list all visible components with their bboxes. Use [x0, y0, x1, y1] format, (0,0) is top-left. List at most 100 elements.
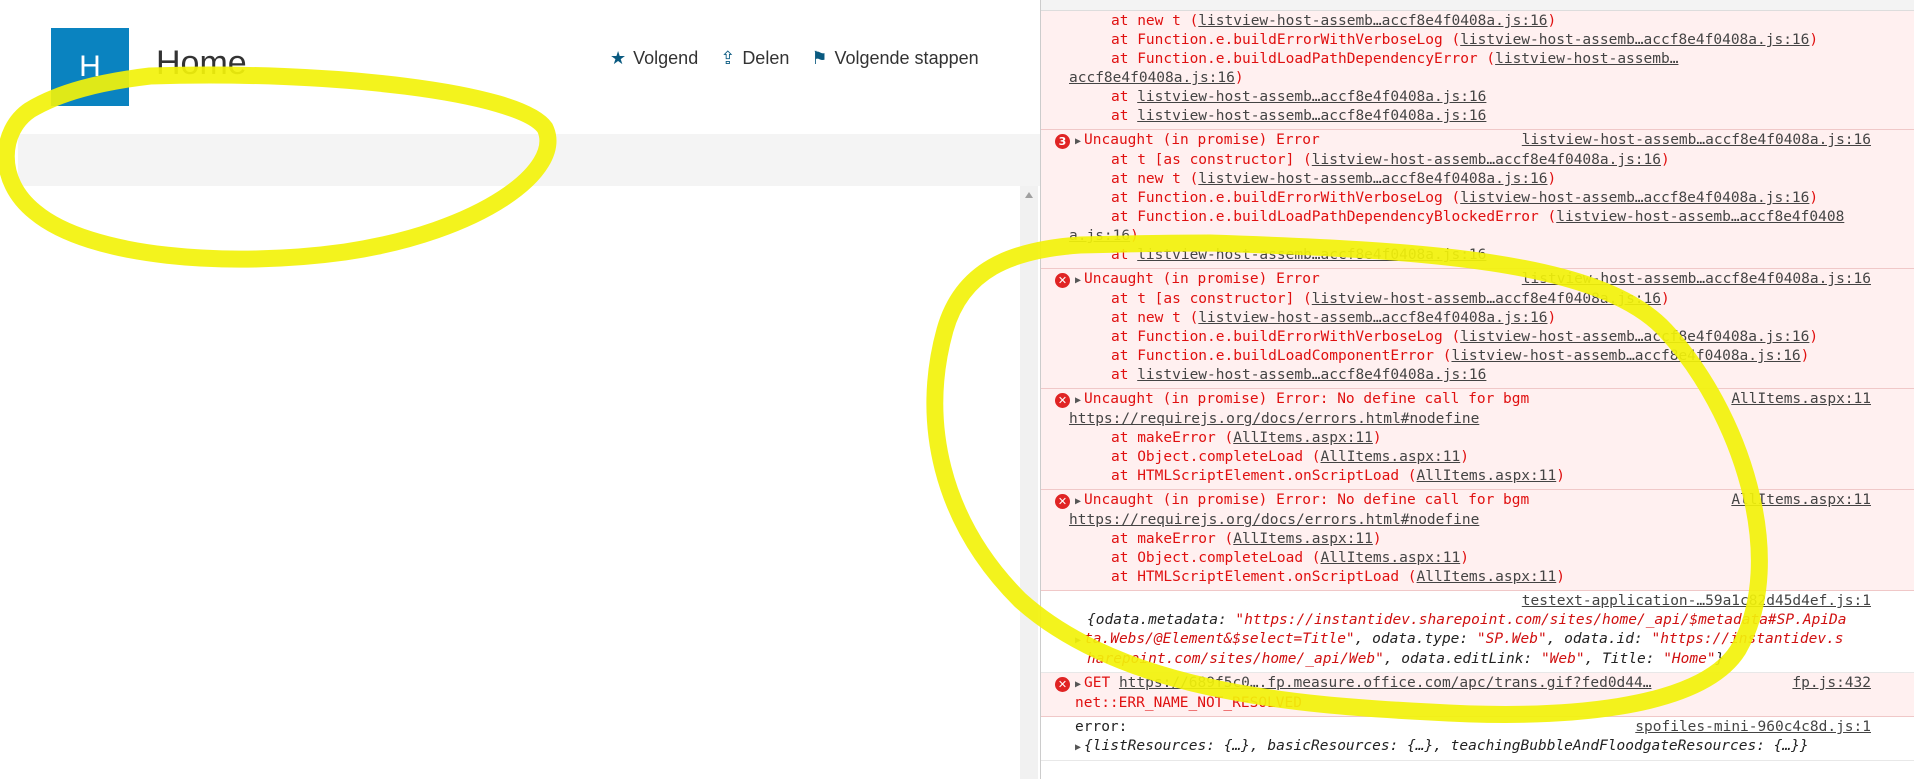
stack-frame-text: at t [as constructor] (	[1111, 291, 1312, 307]
stack-frame-close: )	[1556, 468, 1565, 484]
stack-frame-link[interactable]: AllItems.aspx:11	[1321, 550, 1461, 566]
stack-frame-link[interactable]: listview-host-assemb…accf8e4f0408a.js:16	[1460, 190, 1809, 206]
request-url-link[interactable]: https://689f5c0….fp.measure.office.com/a…	[1119, 675, 1652, 691]
stack-frame: at new t (listview-host-assemb…accf8e4f0…	[1075, 12, 1871, 31]
share-label: Delen	[742, 48, 790, 68]
help-link[interactable]: https://requirejs.org/docs/errors.html#n…	[1069, 512, 1479, 528]
stack-frame: at makeError (AllItems.aspx:11)	[1075, 429, 1871, 448]
error-icon: ✕	[1055, 494, 1070, 509]
stack-frame-link[interactable]: listview-host-assemb…accf8e4f0408a.js:16	[1312, 152, 1661, 168]
stack-frame-link[interactable]: accf8e4f0408a.js:16	[1069, 70, 1235, 86]
stack-frame-close: )	[1556, 569, 1565, 585]
stack-frame-link[interactable]: listview-host-assemb…accf8e4f0408a.js:16	[1137, 367, 1486, 383]
stack-frame: at Function.e.buildErrorWithVerboseLog (…	[1075, 189, 1871, 208]
next-steps-button[interactable]: ⚑ Volgende stappen	[811, 48, 978, 69]
stack-frame-link[interactable]: listview-host-assemb…accf8e4f0408a.js:16	[1460, 32, 1809, 48]
console-log-entry: testext-application-…59a1c82d45d4ef.js:1…	[1041, 591, 1914, 673]
stack-frame-link[interactable]: a.js:16	[1069, 228, 1130, 244]
source-link[interactable]: AllItems.aspx:11	[1731, 491, 1871, 510]
stack-frame: at Function.e.buildLoadPathDependencyBlo…	[1075, 208, 1871, 227]
devtools-console: at new t (listview-host-assemb…accf8e4f0…	[1040, 0, 1914, 779]
console-error-entry: ✕ listview-host-assemb…accf8e4f0408a.js:1…	[1041, 269, 1914, 389]
log-line-2: ▶ ta.Webs/@Element&$select=Title", odata.…	[1075, 631, 1844, 647]
expand-triangle-icon[interactable]: ▶	[1075, 742, 1081, 753]
stack-frame-link[interactable]: AllItems.aspx:11	[1233, 430, 1373, 446]
stack-frame: at listview-host-assemb…accf8e4f0408a.js…	[1075, 366, 1871, 385]
star-icon: ★	[610, 48, 627, 68]
stack-frame: at new t (listview-host-assemb…accf8e4f0…	[1075, 309, 1871, 328]
site-logo-letter: H	[79, 50, 101, 83]
stack-frame-text: at Function.e.buildErrorWithVerboseLog (	[1111, 190, 1461, 206]
command-bar-empty	[18, 134, 1040, 186]
stack-frame-close: )	[1547, 310, 1557, 326]
stack-frame-link[interactable]: AllItems.aspx:11	[1233, 531, 1373, 547]
error-title: Uncaught (in promise) Error	[1084, 271, 1320, 287]
stack-frame-text: at HTMLScriptElement.onScriptLoad (	[1111, 468, 1417, 484]
stack-frame: at Function.e.buildLoadComponentError (l…	[1075, 347, 1871, 366]
stack-frame-link[interactable]: listview-host-assemb…accf8e4f0408a.js:16	[1451, 348, 1800, 364]
stack-frame-text: at makeError (	[1111, 531, 1234, 547]
stack-frame-close: )	[1809, 329, 1819, 345]
stack-frame: at HTMLScriptElement.onScriptLoad (AllIt…	[1075, 568, 1871, 587]
share-icon: ⇪	[720, 48, 736, 68]
stack-frame-text: at Function.e.buildLoadComponentError (	[1111, 348, 1452, 364]
expand-triangle-icon[interactable]: ▶	[1075, 136, 1081, 147]
stack-frame-link[interactable]: listview-host-assemb…	[1495, 51, 1678, 67]
source-link[interactable]: fp.js:432	[1792, 674, 1871, 693]
stack-frame-link[interactable]: listview-host-assemb…accf8e4f0408a.js:16	[1460, 329, 1809, 345]
stack-frame-close: )	[1372, 531, 1382, 547]
site-actions: ★ Volgend ⇪ Delen ⚑ Volgende stappen	[610, 48, 979, 69]
stack-frame-link[interactable]: listview-host-assemb…accf8e4f0408a.js:16	[1198, 13, 1547, 29]
follow-button[interactable]: ★ Volgend	[610, 48, 698, 69]
sharepoint-page: H Home ★ Volgend ⇪ Delen ⚑ Volgende stap…	[0, 0, 1040, 779]
site-title[interactable]: Home	[156, 44, 247, 83]
help-link[interactable]: https://requirejs.org/docs/errors.html#n…	[1069, 411, 1479, 427]
stack-frame-link[interactable]: listview-host-assemb…accf8e4f0408a.js:16	[1137, 247, 1486, 263]
stack-frame-text: at new t (	[1111, 310, 1199, 326]
devtools-tabstrip	[1041, 0, 1914, 11]
stack-frame: at t [as constructor] (listview-host-ass…	[1075, 290, 1871, 309]
log-line-1: {odata.metadata: "https://instantidev.sh…	[1087, 612, 1847, 628]
console-error-object: spofiles-mini-960c4c8d.js:1 error: ▶ {lis…	[1041, 717, 1914, 761]
console-error-entry: ✕ AllItems.aspx:11 ▶ Uncaught (in promise) …	[1041, 389, 1914, 490]
source-link[interactable]: listview-host-assemb…accf8e4f0408a.js:16	[1522, 270, 1871, 289]
expand-triangle-icon[interactable]: ▶	[1075, 635, 1081, 646]
follow-label: Volgend	[633, 48, 699, 68]
stack-frame-link[interactable]: listview-host-assemb…accf8e4f0408a.js:16	[1312, 291, 1661, 307]
stack-frame-text: at Function.e.buildLoadPathDependencyErr…	[1111, 51, 1496, 67]
stack-frame-close: )	[1661, 291, 1670, 307]
stack-frame-link[interactable]: AllItems.aspx:11	[1321, 449, 1461, 465]
stack-frame-close: )	[1130, 228, 1139, 244]
stack-frame-link[interactable]: AllItems.aspx:11	[1417, 569, 1557, 585]
site-logo[interactable]: H	[51, 28, 129, 106]
stack-frame-link[interactable]: listview-host-assemb…accf8e4f0408	[1556, 209, 1844, 225]
get-error-text: net::ERR_NAME_NOT_RESOLVED	[1075, 695, 1302, 711]
stack-frame-close: )	[1372, 430, 1382, 446]
expand-triangle-icon[interactable]: ▶	[1075, 496, 1081, 507]
stack-frame-close: )	[1661, 152, 1670, 168]
source-link[interactable]: listview-host-assemb…accf8e4f0408a.js:16	[1522, 131, 1871, 150]
stack-frame: at t [as constructor] (listview-host-ass…	[1075, 151, 1871, 170]
error-title: Uncaught (in promise) Error: No define c…	[1084, 391, 1530, 407]
expand-triangle-icon[interactable]: ▶	[1075, 679, 1081, 690]
stack-frame-link[interactable]: listview-host-assemb…accf8e4f0408a.js:16	[1137, 108, 1486, 124]
source-link[interactable]: testext-application-…59a1c82d45d4ef.js:1	[1522, 592, 1871, 611]
stack-frame-link[interactable]: AllItems.aspx:11	[1417, 468, 1557, 484]
stack-frame-text: at Function.e.buildLoadPathDependencyBlo…	[1111, 209, 1557, 225]
stack-frame-link[interactable]: listview-host-assemb…accf8e4f0408a.js:16	[1137, 89, 1486, 105]
expand-triangle-icon[interactable]: ▶	[1075, 395, 1081, 406]
source-link[interactable]: AllItems.aspx:11	[1731, 390, 1871, 409]
share-button[interactable]: ⇪ Delen	[720, 48, 789, 69]
stack-frame-link[interactable]: listview-host-assemb…accf8e4f0408a.js:16	[1198, 310, 1547, 326]
page-scrollbar[interactable]	[1020, 186, 1038, 779]
source-link[interactable]: spofiles-mini-960c4c8d.js:1	[1635, 718, 1871, 737]
scroll-up-arrow-icon[interactable]	[1025, 192, 1033, 198]
expand-triangle-icon[interactable]: ▶	[1075, 275, 1081, 286]
page-content-empty	[18, 186, 1020, 779]
stack-frame: a.js:16)	[1069, 227, 1871, 246]
stack-frame-link[interactable]: listview-host-assemb…accf8e4f0408a.js:16	[1198, 171, 1547, 187]
stack-frame: at Function.e.buildErrorWithVerboseLog (…	[1075, 328, 1871, 347]
stack-frame: at Function.e.buildLoadPathDependencyErr…	[1075, 50, 1871, 69]
stack-frame-text: at HTMLScriptElement.onScriptLoad (	[1111, 569, 1417, 585]
stack-frame: at makeError (AllItems.aspx:11)	[1075, 530, 1871, 549]
